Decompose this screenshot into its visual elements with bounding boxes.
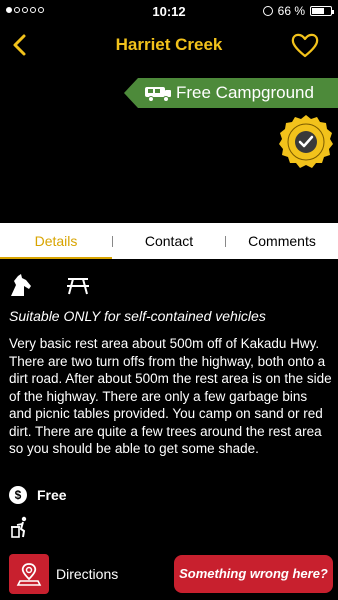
battery-icon <box>310 6 334 16</box>
report-problem-button[interactable]: Something wrong here? <box>174 555 333 593</box>
tab-contact[interactable]: Contact <box>113 223 225 259</box>
dollar-icon: $ <box>9 486 27 504</box>
campground-type-label: Free Campground <box>176 83 314 102</box>
picnic-table-icon <box>67 278 89 295</box>
details-panel: Suitable ONLY for self-contained vehicle… <box>0 259 338 600</box>
camper-icon <box>145 87 171 102</box>
campground-description: Very basic rest area about 500m off of K… <box>9 336 332 456</box>
vehicle-suitability: Suitable ONLY for self-contained vehicle… <box>9 308 266 324</box>
directions-button[interactable] <box>9 554 49 594</box>
fee-row: $ Free <box>9 486 67 504</box>
campground-type-banner: Free Campground <box>124 78 338 108</box>
hero-image-area: Free Campground <box>0 68 338 223</box>
alarm-icon <box>262 6 273 16</box>
fee-value: Free <box>37 487 67 503</box>
status-bar: 10:12 66 % <box>0 0 338 22</box>
favorite-button[interactable] <box>290 30 320 60</box>
directions-label[interactable]: Directions <box>56 566 118 582</box>
tab-bar: Details Contact Comments <box>0 223 338 259</box>
tab-comments[interactable]: Comments <box>226 223 338 259</box>
rubbish-bin-icon <box>11 516 27 538</box>
heart-outline-icon <box>291 33 319 58</box>
page-title: Harriet Creek <box>115 35 223 54</box>
map-pin-icon <box>16 563 42 586</box>
navigation-bar: Harriet Creek <box>0 22 338 68</box>
amenity-icons <box>8 273 90 297</box>
horse-icon <box>11 274 31 296</box>
battery-percent: 66 % <box>277 4 305 18</box>
tab-details[interactable]: Details <box>0 223 112 259</box>
freedom-camping-badge-icon <box>279 115 333 168</box>
